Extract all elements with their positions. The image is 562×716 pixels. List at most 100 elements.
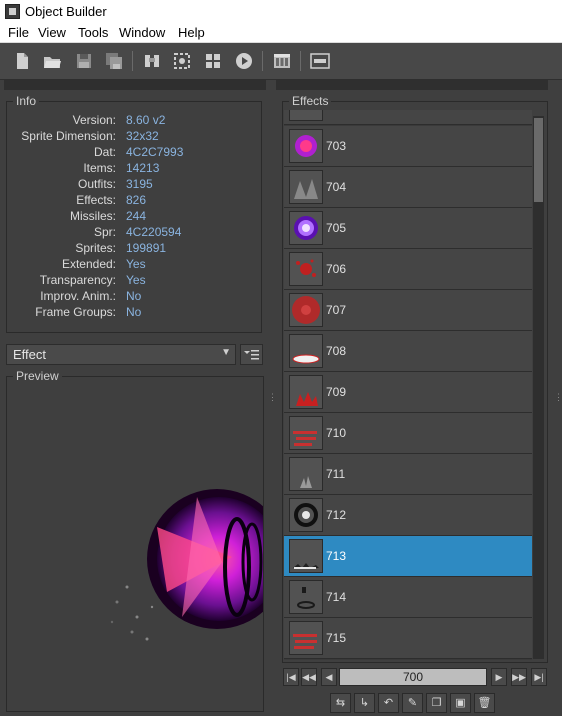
left-panel-header-strip — [4, 80, 266, 90]
list-item[interactable]: 709 — [284, 372, 532, 413]
list-item[interactable]: 715 — [284, 618, 532, 659]
list-item-partial[interactable] — [284, 110, 532, 125]
list-item[interactable]: 704 — [284, 167, 532, 208]
title-bar: Object Builder — [0, 0, 562, 22]
effect-thumbnail — [289, 539, 323, 573]
menu-window[interactable]: Window — [119, 25, 165, 40]
list-item[interactable]: 703 — [284, 126, 532, 167]
category-selected: Effect — [13, 347, 47, 362]
info-key: Extended: — [61, 257, 116, 271]
effects-list: 703 704 705 706 707 708 709 710 711 712 … — [284, 110, 532, 660]
replace-icon[interactable]: ⇆ — [330, 693, 351, 713]
list-options-button[interactable] — [240, 344, 263, 365]
info-row-missiles: Missiles: 244 — [6, 209, 256, 225]
info-key: Frame Groups: — [35, 305, 116, 319]
trash-icon[interactable]: 🗑 — [474, 693, 495, 713]
next-icon[interactable]: ▶ — [491, 668, 507, 686]
effect-id: 703 — [326, 139, 347, 153]
info-row-outfits: Outfits: 3195 — [6, 177, 256, 193]
effect-thumbnail — [289, 170, 323, 204]
previous-icon[interactable]: ◀ — [321, 668, 337, 686]
info-row-transparency: Transparency: Yes — [6, 273, 256, 289]
export-icon[interactable]: ↳ — [354, 693, 375, 713]
list-item[interactable]: 708 — [284, 331, 532, 372]
info-row-extended: Extended: Yes — [6, 257, 256, 273]
info-key: Sprite Dimension: — [21, 129, 116, 143]
grid-icon[interactable] — [203, 51, 223, 71]
save-as-icon[interactable] — [104, 51, 124, 71]
menu-help[interactable]: Help — [178, 25, 205, 40]
info-key: Version: — [72, 113, 116, 127]
effect-thumbnail — [289, 375, 323, 409]
info-key: Dat: — [93, 145, 116, 159]
info-value: 14213 — [126, 161, 160, 175]
effect-id: 713 — [326, 549, 347, 563]
effect-thumbnail — [289, 252, 323, 286]
select-icon[interactable] — [172, 51, 192, 71]
new-item-icon[interactable]: ▣ — [450, 693, 471, 713]
list-item[interactable]: 710 — [284, 413, 532, 454]
info-key: Missiles: — [69, 209, 116, 223]
fast-next-icon[interactable]: ▶▶ — [511, 668, 527, 686]
play-icon[interactable] — [234, 51, 254, 71]
list-item[interactable]: 711 — [284, 454, 532, 495]
list-item[interactable]: 706 — [284, 249, 532, 290]
info-row-improv-anim: Improv. Anim.: No — [6, 289, 256, 305]
effects-scrollbar[interactable] — [533, 116, 544, 659]
info-key: Improv. Anim.: — [40, 289, 116, 303]
info-row-sprite-dimension: Sprite Dimension: 32x32 — [6, 129, 256, 145]
effect-id: 711 — [326, 467, 346, 481]
effect-thumbnail — [289, 621, 323, 655]
menu-tools[interactable]: Tools — [78, 25, 108, 40]
new-file-icon[interactable] — [12, 51, 32, 71]
open-folder-icon[interactable] — [42, 51, 62, 71]
pager: |◀ ◀◀ ◀ 700 ▶ ▶▶ ▶| — [283, 668, 549, 686]
list-item-selected[interactable]: 713 — [284, 536, 532, 577]
list-menu-icon — [244, 350, 259, 360]
effect-thumbnail — [289, 293, 323, 327]
effect-thumbnail — [289, 580, 323, 614]
menu-bar: File View Tools Window Help — [0, 22, 562, 43]
duplicate-icon[interactable]: ❐ — [426, 693, 447, 713]
preview-title: Preview — [13, 369, 62, 383]
effect-thumbnail — [289, 457, 323, 491]
effect-thumbnail — [289, 416, 323, 450]
effect-thumbnail — [289, 129, 323, 163]
category-dropdown[interactable]: Effect ▼ — [6, 344, 236, 365]
import-icon[interactable]: ↶ — [378, 693, 399, 713]
right-panel-header-strip — [276, 80, 548, 90]
list-item[interactable]: 705 — [284, 208, 532, 249]
page-input[interactable]: 700 — [339, 668, 487, 686]
effect-id: 714 — [326, 590, 347, 604]
list-item[interactable]: 714 — [284, 577, 532, 618]
toolbar — [0, 43, 562, 80]
info-key: Items: — [83, 161, 116, 175]
effect-thumbnail — [289, 334, 323, 368]
fast-previous-icon[interactable]: ◀◀ — [301, 668, 317, 686]
info-row-items: Items: 14213 — [6, 161, 256, 177]
info-value: 3195 — [126, 177, 153, 191]
splitter-handle[interactable]: ⋮ — [554, 392, 562, 403]
log-icon[interactable] — [310, 51, 330, 71]
library-icon[interactable] — [272, 51, 292, 71]
info-key: Effects: — [76, 193, 116, 207]
info-value: Yes — [126, 273, 146, 287]
info-key: Outfits: — [77, 177, 116, 191]
app-icon — [5, 4, 20, 19]
scrollbar-thumb[interactable] — [534, 118, 543, 202]
info-row-effects: Effects: 826 — [6, 193, 256, 209]
menu-view[interactable]: View — [38, 25, 66, 40]
first-page-icon[interactable]: |◀ — [283, 668, 299, 686]
edit-icon[interactable]: ✎ — [402, 693, 423, 713]
list-item[interactable]: 712 — [284, 495, 532, 536]
effect-preview-image — [110, 489, 263, 641]
menu-file[interactable]: File — [8, 25, 29, 40]
find-icon[interactable] — [142, 51, 162, 71]
save-icon[interactable] — [74, 51, 94, 71]
effects-title: Effects — [289, 94, 332, 108]
last-page-icon[interactable]: ▶| — [531, 668, 547, 686]
splitter-handle[interactable]: ⋮ — [268, 392, 277, 403]
info-value: 8.60 v2 — [126, 113, 166, 127]
info-key: Spr: — [93, 225, 116, 239]
list-item[interactable]: 707 — [284, 290, 532, 331]
